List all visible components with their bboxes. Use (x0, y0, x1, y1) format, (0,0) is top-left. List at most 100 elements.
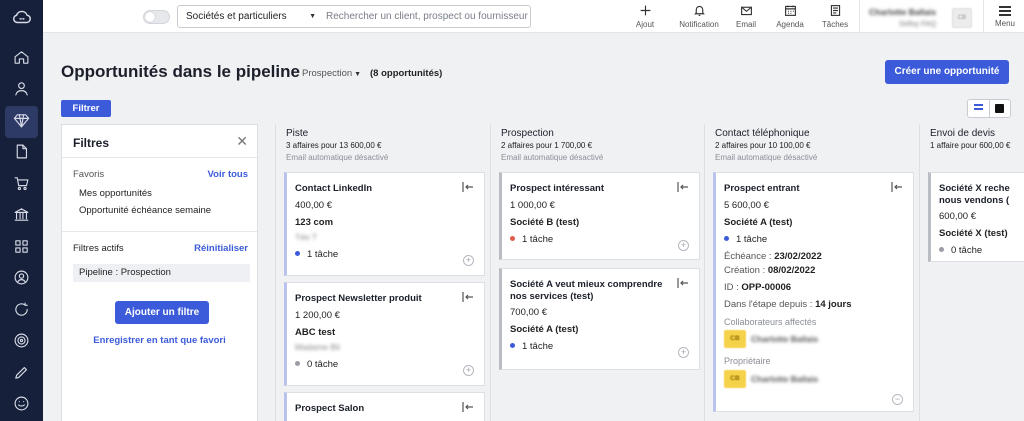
sidebar-item-bank[interactable] (0, 201, 43, 233)
email-button[interactable]: Email (723, 3, 769, 29)
grid-icon (13, 238, 30, 258)
create-opportunity-button[interactable]: Créer une opportunité (885, 60, 1009, 84)
divider (62, 231, 257, 232)
pipeline-column-piste: Piste 3 affaires pour 13 600,00 € Email … (275, 124, 491, 421)
card-company[interactable]: Société A (test) (510, 324, 578, 335)
card-company[interactable]: 123 com (295, 217, 333, 228)
pin-icon[interactable] (462, 291, 474, 303)
opportunity-card[interactable]: Société X reche nous vendons ( 600,00 € S… (928, 172, 1024, 262)
sidebar-item-home[interactable] (0, 43, 43, 75)
task-status-dot (295, 251, 300, 256)
home-icon (13, 49, 30, 69)
card-task-count[interactable]: 1 tâche (510, 234, 553, 245)
add-icon[interactable]: + (678, 240, 689, 251)
sidebar-item-subscriptions[interactable] (0, 295, 43, 327)
notification-label: Notification (679, 20, 719, 29)
pipeline-column-contact-telephonique: Contact téléphonique 2 affaires pour 10 … (704, 124, 920, 421)
card-contact[interactable]: Téo T (295, 232, 317, 242)
user-menu[interactable]: Charlotte Ballais Sellsy FAQ CB (861, 4, 983, 30)
see-all-link[interactable]: Voir tous (208, 169, 248, 180)
opportunity-card[interactable]: Prospect Salon (284, 392, 485, 421)
pin-icon[interactable] (677, 277, 689, 289)
pin-icon[interactable] (462, 181, 474, 193)
task-status-dot (295, 361, 300, 366)
sidebar-item-accounts[interactable] (0, 264, 43, 296)
owner-name: Charlotte Ballais (751, 374, 819, 384)
sidebar-item-contacts[interactable] (0, 75, 43, 107)
opportunity-card[interactable]: Contact LinkedIn 400,00 € 123 com Téo T … (284, 172, 485, 276)
menu-button[interactable]: Menu (986, 3, 1024, 28)
card-title-line: nos services (test) (510, 291, 594, 302)
stage-select[interactable]: Prospection ▼ (302, 68, 361, 79)
card-title-line: Société A veut mieux comprendre (510, 279, 663, 290)
card-company[interactable]: Société B (test) (510, 217, 579, 228)
add-button[interactable]: Ajout (622, 3, 668, 29)
owner-label: Propriétaire (724, 356, 771, 366)
reset-filters-link[interactable]: Réinitialiser (194, 243, 248, 254)
card-task-count[interactable]: 1 tâche (724, 234, 767, 245)
search-input[interactable] (321, 5, 531, 28)
view-toggle (967, 99, 1011, 118)
notification-button[interactable]: Notification (674, 3, 724, 29)
filter-button[interactable]: Filtrer (61, 100, 111, 117)
favorites-label: Favoris (73, 169, 105, 180)
pin-icon[interactable] (891, 181, 903, 193)
sidebar-item-objectives[interactable] (0, 327, 43, 359)
opportunity-count: (8 opportunités) (370, 68, 443, 79)
add-icon[interactable]: + (463, 365, 474, 376)
column-note: Email automatique désactivé (715, 153, 818, 162)
tasks-icon (812, 4, 858, 17)
tasks-button[interactable]: Tâches (812, 3, 858, 29)
card-company[interactable]: Société X (test) (939, 228, 1008, 239)
card-task-count[interactable]: 0 tâche (939, 245, 982, 256)
agenda-button[interactable]: Agenda (767, 3, 813, 29)
main-content: Opportunités dans le pipeline Prospectio… (43, 33, 1024, 421)
card-due-date: Échéance : 23/02/2022 (724, 251, 822, 262)
favorite-filter-item[interactable]: Opportunité échéance semaine (79, 205, 211, 216)
list-view-icon[interactable] (974, 104, 983, 112)
card-contact[interactable]: Madame Bli (295, 342, 340, 352)
card-task-count[interactable]: 1 tâche (510, 341, 553, 352)
divider (989, 100, 990, 117)
favorite-filter-item[interactable]: Mes opportunités (79, 188, 152, 199)
card-task-count[interactable]: 1 tâche (295, 249, 338, 260)
add-icon[interactable]: + (678, 347, 689, 358)
user-icon (13, 80, 30, 100)
opportunity-card[interactable]: Prospect intéressant 1 000,00 € Société … (499, 172, 700, 260)
close-icon[interactable]: ✕ (236, 133, 248, 150)
card-company[interactable]: Société A (test) (724, 217, 792, 228)
card-task-count[interactable]: 0 tâche (295, 359, 338, 370)
add-filter-button[interactable]: Ajouter un filtre (115, 301, 209, 324)
pin-icon[interactable] (462, 401, 474, 413)
user-role: Sellsy FAQ (899, 19, 937, 28)
minus-icon[interactable]: − (892, 394, 903, 405)
card-amount: 700,00 € (510, 307, 547, 318)
save-favorite-link[interactable]: Enregistrer en tant que favori (62, 335, 257, 346)
active-filter-chip[interactable]: Pipeline : Prospection (73, 264, 250, 282)
opportunity-card[interactable]: Prospect Newsletter produit 1 200,00 € A… (284, 282, 485, 386)
card-title: Société A veut mieux comprendre nos servi… (510, 279, 662, 303)
avatar: CB (952, 8, 972, 28)
sidebar-item-edit[interactable] (0, 358, 43, 390)
task-count-label: 1 tâche (736, 234, 768, 245)
filters-title: Filtres (73, 136, 110, 150)
sidebar-item-support[interactable] (0, 390, 43, 421)
sidebar-item-apps[interactable] (0, 232, 43, 264)
calendar-icon (767, 4, 813, 17)
column-note: Email automatique désactivé (501, 153, 604, 162)
filters-panel: Filtres ✕ Favoris Voir tous Mes opportun… (61, 124, 258, 421)
column-title: Envoi de devis (930, 128, 996, 139)
sidebar-item-documents[interactable] (0, 138, 43, 170)
kanban-view-icon[interactable] (995, 104, 1004, 113)
opportunity-card[interactable]: Prospect entrant 5 600,00 € Société A (t… (713, 172, 914, 412)
sidebar-item-opportunities[interactable] (5, 106, 38, 138)
cloud-logo-icon[interactable] (0, 0, 43, 33)
avatar: CB (724, 330, 746, 348)
card-company[interactable]: ABC test (295, 327, 335, 338)
opportunity-card[interactable]: Société A veut mieux comprendre nos servi… (499, 268, 700, 370)
sidebar-item-sales[interactable] (0, 169, 43, 201)
scope-select[interactable]: Sociétés et particuliers ▼ (177, 5, 322, 28)
pin-icon[interactable] (677, 181, 689, 193)
add-icon[interactable]: + (463, 255, 474, 266)
scope-toggle[interactable] (143, 10, 170, 24)
